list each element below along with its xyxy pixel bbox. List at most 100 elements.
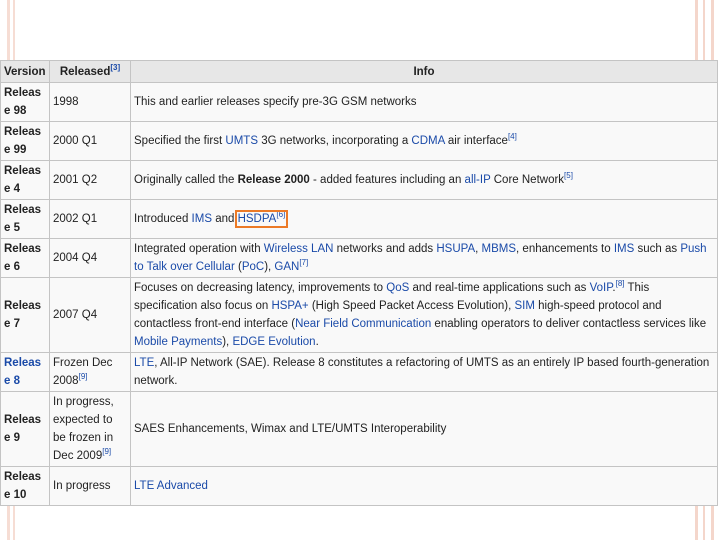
inline-link[interactable]: CDMA [411, 135, 444, 147]
table-row: Release 8 Frozen Dec 2008[9] LTE, All-IP N… [0, 352, 718, 392]
table-row: Release 99 2000 Q1 Specified the first UMT… [0, 121, 718, 161]
column-header-released: Released[3] [49, 60, 131, 83]
releases-table: Version Released[3] Info Release 98 1998 T… [0, 60, 718, 506]
column-header-version: Version [0, 60, 50, 83]
info-text: , enhancements to [516, 243, 614, 255]
inline-link[interactable]: Mobile Payments [134, 336, 222, 348]
cell-info: LTE, All-IP Network (SAE). Release 8 con… [130, 352, 718, 392]
cell-released: Frozen Dec 2008[9] [49, 352, 131, 392]
inline-link[interactable]: VoIP [590, 282, 613, 294]
cell-released: 2007 Q4 [49, 277, 131, 353]
info-text: This and earlier releases specify pre-3G… [134, 96, 417, 108]
citation-link[interactable]: [4] [508, 132, 517, 141]
table-row: Release 10 In progress LTE Advanced [0, 466, 718, 506]
cell-info: This and earlier releases specify pre-3G… [130, 82, 718, 122]
info-text: Core Network [490, 174, 565, 186]
inline-link[interactable]: IMS [614, 243, 634, 255]
inline-link[interactable]: LTE Advanced [134, 480, 208, 492]
cell-version: Release 4 [0, 160, 50, 200]
inline-link[interactable]: all-IP [465, 174, 491, 186]
citation-link[interactable]: [5] [564, 171, 573, 180]
cell-version: Release 10 [0, 466, 50, 506]
info-text: such as [634, 243, 681, 255]
cell-version: Release 5 [0, 199, 50, 239]
cell-released: In progress [49, 466, 131, 506]
column-header-label: Info [413, 65, 435, 78]
cell-released: 2002 Q1 [49, 199, 131, 239]
inline-link[interactable]: IMS [192, 213, 212, 225]
cell-version[interactable]: Release 8 [0, 352, 50, 392]
citation-link[interactable]: [8] [616, 279, 625, 288]
inline-link[interactable]: HSPA+ [271, 300, 308, 312]
info-text: and [212, 213, 238, 225]
info-text: (High Speed Packet Access Evolution), [308, 300, 515, 312]
table-row: Release 6 2004 Q4 Integrated operation wit… [0, 238, 718, 278]
slide-frame-line [13, 0, 15, 60]
info-text: Introduced [134, 213, 192, 225]
released-text: 2001 Q2 [53, 174, 98, 186]
citation-link[interactable]: [3] [110, 63, 120, 72]
cell-info: SAES Enhancements, Wimax and LTE/UMTS In… [130, 391, 718, 467]
cell-info: Specified the first UMTS 3G networks, in… [130, 121, 718, 161]
cell-info: Originally called the Release 2000 - add… [130, 160, 718, 200]
citation-link[interactable]: [6] [276, 210, 285, 219]
inline-link[interactable]: QoS [386, 282, 409, 294]
inline-link[interactable]: PoC [242, 261, 264, 273]
cell-released: 2000 Q1 [49, 121, 131, 161]
info-text: 3G networks, incorporating a [258, 135, 412, 147]
column-header-label: Version [4, 65, 46, 78]
info-text: air interface [444, 135, 508, 147]
citation-link[interactable]: [9] [79, 372, 88, 381]
info-text: Originally called the [134, 174, 238, 186]
released-text: 1998 [53, 96, 79, 108]
info-text: - added features including an [309, 174, 465, 186]
inline-link[interactable]: SIM [514, 300, 534, 312]
inline-link[interactable]: HSDPA [238, 213, 277, 225]
inline-link[interactable]: Near Field Communication [295, 318, 431, 330]
info-text: Focuses on decreasing latency, improveme… [134, 282, 387, 294]
cell-version: Release 7 [0, 277, 50, 353]
info-text: . [315, 336, 319, 348]
table-row: Release 98 1998 This and earlier releases … [0, 82, 718, 122]
info-text: ( [234, 261, 242, 273]
released-text: 2000 Q1 [53, 135, 98, 147]
released-text: 2002 Q1 [53, 213, 98, 225]
table-body: Release 98 1998 This and earlier releases … [0, 82, 718, 506]
info-text: ), [222, 336, 233, 348]
table-row: Release 4 2001 Q2 Originally called the Re… [0, 160, 718, 200]
cell-info: Focuses on decreasing latency, improveme… [130, 277, 718, 353]
column-header-label: Released [59, 65, 111, 78]
cell-released: 2004 Q4 [49, 238, 131, 278]
info-text: Integrated operation with [134, 243, 264, 255]
inline-link[interactable]: UMTS [225, 135, 258, 147]
inline-link[interactable]: EDGE Evolution [232, 336, 315, 348]
header-row: Version Released[3] Info [0, 60, 718, 83]
cell-released: 1998 [49, 82, 131, 122]
inline-link[interactable]: Wireless LAN [264, 243, 334, 255]
citation-link[interactable]: [9] [102, 447, 111, 456]
released-text: 2004 Q4 [53, 252, 98, 264]
table-header: Version Released[3] Info [0, 60, 718, 83]
citation-link[interactable]: [7] [299, 258, 308, 267]
column-header-info: Info [130, 60, 718, 83]
inline-link[interactable]: MBMS [482, 243, 517, 255]
inline-link[interactable]: GAN [274, 261, 299, 273]
info-text: Specified the first [134, 135, 226, 147]
highlight-box: HSDPA[6] [234, 210, 289, 228]
cell-info: LTE Advanced [130, 466, 718, 506]
cell-version: Release 98 [0, 82, 50, 122]
info-text: networks and adds [333, 243, 437, 255]
released-text: In progress [53, 480, 111, 492]
released-text: 2007 Q4 [53, 309, 98, 321]
cell-version: Release 99 [0, 121, 50, 161]
cell-version: Release 9 [0, 391, 50, 467]
table-row: Release 5 2002 Q1 Introduced IMS and HSDPA… [0, 199, 718, 239]
slide-frame-line [7, 0, 10, 60]
bold-text: Release 2000 [237, 174, 310, 186]
info-text: SAES Enhancements, Wimax and LTE/UMTS In… [134, 423, 447, 435]
inline-link[interactable]: LTE [134, 357, 154, 369]
table-row: Release 7 2007 Q4 Focuses on decreasing la… [0, 277, 718, 353]
info-text: , All-IP Network (SAE). Release 8 consti… [134, 357, 710, 387]
cell-info: Integrated operation with Wireless LAN n… [130, 238, 718, 278]
inline-link[interactable]: HSUPA [436, 243, 475, 255]
